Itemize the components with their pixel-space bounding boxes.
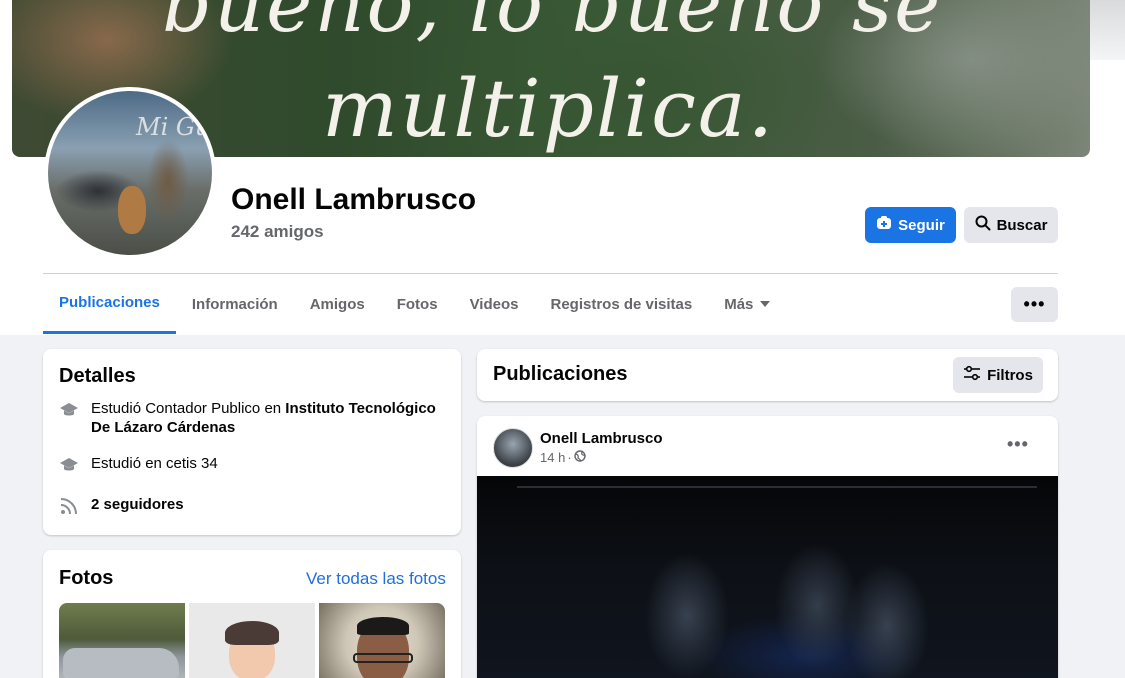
detail-education-1-prefix: Estudió Contador Publico en [91, 400, 286, 417]
avatar-album-title: Mi Guitarra y Yo [136, 113, 212, 141]
post-author-name[interactable]: Onell Lambrusco [540, 430, 663, 447]
more-options-button[interactable]: ••• [1011, 287, 1058, 322]
search-label: Buscar [996, 216, 1048, 234]
photo-thumbnail[interactable] [319, 603, 445, 678]
posts-title: Publicaciones [493, 363, 628, 385]
rss-feed-icon [59, 496, 79, 516]
profile-name: Onell Lambrusco [231, 183, 477, 216]
photos-title: Fotos [59, 567, 114, 589]
tab-informacion[interactable]: Información [176, 274, 294, 334]
post-meta-separator: · [567, 450, 572, 465]
photo-thumbnail[interactable] [189, 603, 315, 678]
follow-button[interactable]: Seguir [865, 207, 956, 243]
post-card: Onell Lambrusco 14 h · ••• [477, 416, 1058, 678]
post-timestamp[interactable]: 14 h [540, 450, 565, 465]
graduation-cap-icon [59, 400, 79, 420]
tab-fotos[interactable]: Fotos [381, 274, 454, 334]
cover-text-line1: bueno, lo bueno se [162, 0, 943, 50]
friends-count[interactable]: 242 amigos [231, 222, 324, 242]
tab-videos[interactable]: Videos [454, 274, 535, 334]
search-button[interactable]: Buscar [964, 207, 1058, 243]
detail-education-2-text: Estudió en cetis 34 [91, 455, 218, 472]
tab-registros-de-visitas[interactable]: Registros de visitas [534, 274, 708, 334]
details-title: Detalles [59, 365, 136, 387]
photo-avatar-hair [225, 621, 279, 645]
filters-icon [963, 365, 981, 385]
details-card: Detalles Estudió Contador Publico en Ins… [43, 349, 461, 535]
see-all-photos-link[interactable]: Ver todas las fotos [306, 569, 446, 589]
photos-card: Fotos Ver todas las fotos [43, 550, 461, 678]
tab-publicaciones[interactable]: Publicaciones [43, 274, 176, 334]
filters-label: Filtros [987, 366, 1033, 384]
tab-amigos[interactable]: Amigos [294, 274, 381, 334]
followers-count[interactable]: 2 seguidores [91, 495, 184, 514]
photo-car [63, 648, 179, 678]
window-edge [1089, 0, 1125, 60]
graduation-cap-icon [59, 455, 79, 475]
filters-button[interactable]: Filtros [953, 357, 1043, 393]
tab-mas-label: Más [724, 295, 754, 313]
photo-thumbnail[interactable] [59, 603, 185, 678]
follow-label: Seguir [898, 216, 945, 234]
globe-icon [573, 450, 586, 465]
cover-text-line2: multiplica. [322, 62, 776, 155]
post-image[interactable] [477, 476, 1058, 678]
chevron-down-icon [760, 301, 771, 307]
post-author-avatar[interactable] [493, 428, 533, 468]
tab-mas[interactable]: Más [708, 274, 786, 334]
post-meta: 14 h · [540, 450, 586, 465]
user-plus-icon [876, 215, 892, 235]
avatar-guitar [118, 186, 146, 234]
photo-portrait-glasses [353, 653, 413, 663]
detail-education-2: Estudió en cetis 34 [59, 454, 218, 475]
photo-portrait-hair [357, 617, 409, 635]
detail-education-1: Estudió Contador Publico en Instituto Te… [59, 399, 449, 437]
search-icon [975, 215, 991, 235]
more-horizontal-icon: ••• [1023, 294, 1046, 314]
stage-lighting-rig [517, 486, 1037, 488]
post-options-icon[interactable]: ••• [1007, 434, 1029, 455]
detail-followers: 2 seguidores [59, 495, 184, 516]
posts-header-card: Publicaciones Filtros [477, 349, 1058, 401]
profile-tabs: Publicaciones Información Amigos Fotos V… [43, 274, 786, 335]
profile-avatar[interactable]: Mi Guitarra y Yo [44, 87, 216, 259]
